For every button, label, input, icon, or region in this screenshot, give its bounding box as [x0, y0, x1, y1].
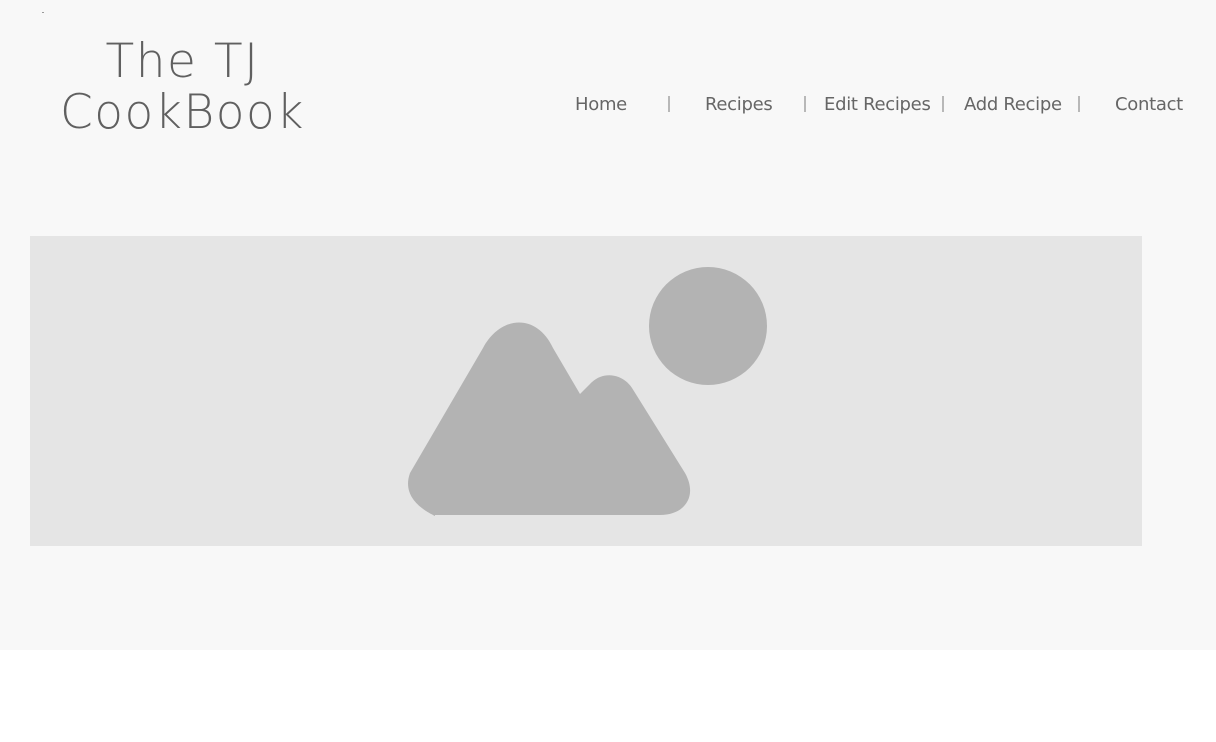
- nav-home[interactable]: Home: [575, 92, 627, 118]
- nav-separator: [942, 96, 944, 112]
- nav-separator: [804, 96, 806, 112]
- nav-separator: [668, 96, 670, 112]
- page-section: The TJ CookBook Home Recipes Edit Recipe…: [0, 0, 1216, 650]
- nav-contact[interactable]: Contact: [1115, 92, 1183, 118]
- hero-image-placeholder: [30, 236, 1142, 546]
- image-placeholder-icon: [408, 267, 767, 516]
- nav-recipes[interactable]: Recipes: [705, 92, 773, 118]
- nav-add-recipe[interactable]: Add Recipe: [964, 92, 1062, 118]
- nav-edit-recipes[interactable]: Edit Recipes: [824, 92, 931, 118]
- nav-separator: [1078, 96, 1080, 112]
- main-navigation: Home Recipes Edit Recipes Add Recipe Con…: [0, 0, 1216, 140]
